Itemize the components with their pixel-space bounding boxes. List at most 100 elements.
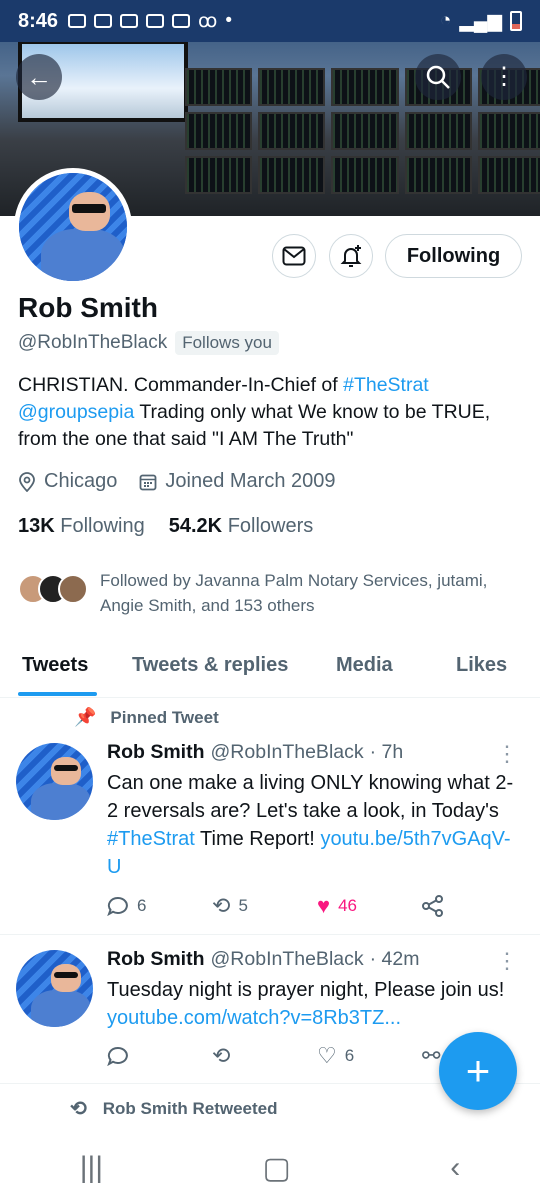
handle-row: @RobInTheBlack Follows you bbox=[18, 331, 279, 355]
bio-text: CHRISTIAN. Commander-In-Chief of bbox=[18, 374, 344, 396]
tweet-item[interactable]: 📌 Pinned Tweet Rob Smith @RobInTheBlack … bbox=[0, 699, 540, 935]
like-count: 46 bbox=[338, 896, 357, 915]
location-pin-icon bbox=[19, 471, 35, 492]
wifi-icon: ◔ bbox=[439, 10, 452, 31]
pinned-text: Pinned Tweet bbox=[110, 707, 219, 727]
reply-icon bbox=[107, 1046, 128, 1066]
vertical-dots-icon: ⋮ bbox=[492, 63, 516, 90]
avatar-image bbox=[19, 173, 127, 281]
notification-icons: ꝏ • bbox=[68, 10, 232, 33]
retweet-button[interactable]: ⟲ bbox=[212, 1043, 317, 1069]
more-dots-icon: ⋮ bbox=[496, 741, 518, 766]
mini-avatar-3 bbox=[58, 574, 88, 604]
battery-icon bbox=[510, 11, 522, 31]
retweeted-text: Rob Smith Retweeted bbox=[102, 1098, 278, 1118]
follows-you-badge: Follows you bbox=[175, 331, 279, 355]
reply-button[interactable]: 6 bbox=[107, 896, 212, 916]
tweet-avatar[interactable] bbox=[16, 743, 93, 820]
bio-hashtag-link[interactable]: #TheStrat bbox=[343, 374, 429, 396]
plus-icon: + bbox=[465, 1047, 491, 1094]
game-icon bbox=[94, 14, 113, 28]
tweet-more-button[interactable]: ⋮ bbox=[496, 948, 518, 974]
tweet-hashtag-link[interactable]: #TheStrat bbox=[107, 828, 195, 850]
status-bar: 8:46 ꝏ • ◔ ▂▄▆ bbox=[0, 0, 540, 42]
tweet-time: · 7h bbox=[369, 741, 404, 763]
reply-count: 6 bbox=[137, 896, 147, 915]
retweet-button[interactable]: ⟲ 5 bbox=[212, 893, 317, 919]
retweet-icon: ⟲ bbox=[70, 1098, 87, 1120]
like-button[interactable]: ♡ 6 bbox=[317, 1043, 422, 1069]
profile-meta: Chicago Joined March 2009 bbox=[18, 470, 336, 493]
profile-avatar[interactable] bbox=[14, 168, 132, 286]
more-dots-icon: ⋮ bbox=[496, 948, 518, 973]
tweet-avatar[interactable] bbox=[16, 950, 93, 1027]
profile-bio: CHRISTIAN. Commander-In-Chief of #TheStr… bbox=[18, 372, 528, 453]
like-button[interactable]: ♥ 46 bbox=[317, 893, 422, 919]
bell-plus-icon bbox=[340, 245, 362, 267]
share-icon: ⚯ bbox=[422, 1043, 441, 1068]
youtube-icon-2 bbox=[172, 14, 191, 28]
heart-icon: ♡ bbox=[317, 1043, 337, 1068]
compose-tweet-button[interactable]: + bbox=[439, 1032, 517, 1110]
location-text: Chicago bbox=[44, 470, 118, 492]
message-button[interactable] bbox=[272, 234, 316, 278]
active-tab-indicator bbox=[18, 692, 97, 696]
pinned-label: 📌 Pinned Tweet bbox=[74, 707, 219, 728]
calendar-icon bbox=[139, 474, 157, 490]
profile-tabs: Tweets Tweets & replies Media Likes bbox=[0, 640, 540, 698]
notifications-button[interactable] bbox=[329, 234, 373, 278]
youtube-icon bbox=[146, 14, 165, 28]
search-button[interactable] bbox=[415, 54, 461, 100]
tweet-author-handle: @RobInTheBlack bbox=[210, 948, 364, 970]
tweet-author-name[interactable]: Rob Smith bbox=[107, 741, 205, 764]
back-button[interactable]: ← bbox=[16, 54, 62, 100]
recent-apps-button[interactable]: ||| bbox=[80, 1151, 103, 1185]
share-button[interactable] bbox=[422, 895, 527, 917]
followers-count[interactable]: 54.2K Followers bbox=[169, 515, 314, 538]
tab-tweets[interactable]: Tweets bbox=[22, 654, 88, 677]
followed-by-row[interactable]: Followed by Javanna Palm Notary Services… bbox=[18, 568, 528, 618]
more-options-button[interactable]: ⋮ bbox=[481, 54, 527, 100]
following-count[interactable]: 13K Following bbox=[18, 515, 145, 538]
tab-media[interactable]: Media bbox=[336, 654, 393, 677]
tweet-actions: 6 ⟲ 5 ♥ 46 bbox=[107, 893, 527, 919]
bio-mention-link[interactable]: @groupsepia bbox=[18, 401, 134, 423]
system-back-button[interactable]: ‹ bbox=[450, 1151, 460, 1185]
joined-item: Joined March 2009 bbox=[139, 470, 336, 493]
retweeted-label: ⟲ Rob Smith Retweeted bbox=[70, 1096, 278, 1121]
envelope-icon bbox=[282, 246, 306, 266]
like-count: 6 bbox=[344, 1046, 355, 1065]
retweet-icon: ⟲ bbox=[212, 893, 231, 918]
profile-name: Rob Smith bbox=[18, 292, 158, 323]
retweet-icon: ⟲ bbox=[212, 1043, 231, 1068]
followed-by-text: Followed by Javanna Palm Notary Services… bbox=[100, 571, 488, 615]
signal-icon: ▂▄▆ bbox=[459, 10, 502, 32]
home-button[interactable]: ▢ bbox=[263, 1151, 291, 1186]
reply-button[interactable] bbox=[107, 1046, 212, 1066]
location-item: Chicago bbox=[18, 470, 117, 493]
tweet-url-link[interactable]: youtube.com/watch?v=8Rb3TZ... bbox=[107, 1007, 401, 1029]
tweet-time: · 42m bbox=[369, 948, 420, 970]
followed-by-avatars bbox=[18, 568, 88, 608]
tweet-header: Rob Smith @RobInTheBlack · 42m bbox=[107, 948, 419, 971]
voicemail-icon: ꝏ bbox=[198, 10, 218, 32]
system-nav-bar: ||| ▢ ‹ bbox=[0, 1136, 540, 1200]
search-icon bbox=[426, 65, 450, 89]
tweet-header: Rob Smith @RobInTheBlack · 7h bbox=[107, 741, 403, 764]
app-icon bbox=[120, 14, 139, 28]
profile-handle: @RobInTheBlack bbox=[18, 332, 168, 353]
back-arrow-icon: ← bbox=[26, 61, 52, 92]
tweet-more-button[interactable]: ⋮ bbox=[496, 741, 518, 767]
status-time: 8:46 bbox=[18, 9, 59, 32]
tweet-text: Can one make a living ONLY knowing what … bbox=[107, 772, 514, 878]
heart-filled-icon: ♥ bbox=[317, 893, 331, 918]
tweet-author-name[interactable]: Rob Smith bbox=[107, 948, 205, 971]
reply-icon bbox=[107, 896, 128, 916]
follow-counts: 13K Following 54.2K Followers bbox=[18, 515, 313, 538]
retweet-count: 5 bbox=[238, 896, 248, 915]
tweet-text: Tuesday night is prayer night, Please jo… bbox=[107, 979, 505, 1029]
dot-icon: • bbox=[225, 10, 233, 31]
tab-likes[interactable]: Likes bbox=[456, 654, 507, 677]
tab-tweets-and-replies[interactable]: Tweets & replies bbox=[132, 654, 288, 677]
following-button[interactable]: Following bbox=[385, 234, 522, 278]
